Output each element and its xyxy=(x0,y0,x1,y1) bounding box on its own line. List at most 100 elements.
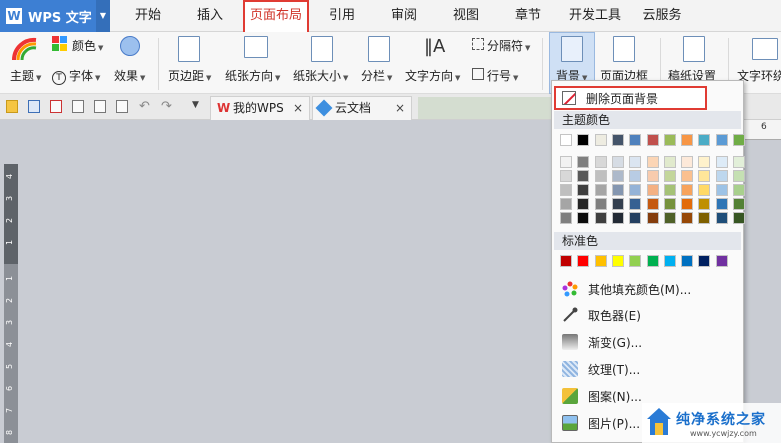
theme-color-shade-swatch[interactable] xyxy=(681,198,693,210)
theme-color-swatch[interactable] xyxy=(577,134,589,146)
theme-color-shade-swatch[interactable] xyxy=(681,170,693,182)
theme-color-shade-swatch[interactable] xyxy=(716,198,728,210)
undo-icon[interactable]: ↶ xyxy=(139,99,150,114)
theme-color-swatch[interactable] xyxy=(560,134,572,146)
close-icon[interactable]: × xyxy=(293,97,303,119)
gradient-item[interactable]: 渐变(G)... xyxy=(554,329,741,355)
standard-color-swatch[interactable] xyxy=(681,255,693,267)
standard-color-swatch[interactable] xyxy=(698,255,710,267)
theme-color-shade-swatch[interactable] xyxy=(716,170,728,182)
theme-color-shade-swatch[interactable] xyxy=(664,156,676,168)
colors-button[interactable]: 颜色 ▼ xyxy=(72,37,103,54)
theme-color-shade-swatch[interactable] xyxy=(577,212,589,224)
theme-color-shade-swatch[interactable] xyxy=(698,170,710,182)
theme-color-shade-swatch[interactable] xyxy=(577,170,589,182)
close-icon[interactable]: × xyxy=(395,97,405,119)
open-folder-icon[interactable] xyxy=(6,100,18,113)
theme-color-shade-swatch[interactable] xyxy=(647,212,659,224)
theme-color-shade-swatch[interactable] xyxy=(595,170,607,182)
theme-color-shade-swatch[interactable] xyxy=(577,156,589,168)
theme-color-shade-swatch[interactable] xyxy=(560,156,572,168)
tab-cloud-service[interactable]: 云服务 xyxy=(636,0,688,32)
theme-color-shade-swatch[interactable] xyxy=(698,212,710,224)
theme-color-shade-swatch[interactable] xyxy=(560,170,572,182)
theme-color-shade-swatch[interactable] xyxy=(595,212,607,224)
theme-color-shade-swatch[interactable] xyxy=(698,184,710,196)
theme-color-shade-swatch[interactable] xyxy=(681,212,693,224)
theme-color-shade-swatch[interactable] xyxy=(629,212,641,224)
theme-color-shade-swatch[interactable] xyxy=(716,156,728,168)
theme-color-shade-swatch[interactable] xyxy=(733,170,745,182)
export-pdf-icon[interactable] xyxy=(50,100,62,113)
theme-button[interactable]: 主题 ▼ xyxy=(10,67,41,84)
theme-color-shade-swatch[interactable] xyxy=(595,184,607,196)
columns-button[interactable]: 分栏 ▼ xyxy=(361,67,392,84)
text-direction-button[interactable]: 文字方向 ▼ xyxy=(405,67,460,84)
theme-color-shade-swatch[interactable] xyxy=(629,156,641,168)
standard-color-swatch[interactable] xyxy=(647,255,659,267)
standard-color-swatch[interactable] xyxy=(612,255,624,267)
eyedropper-item[interactable]: 取色器(E) xyxy=(554,302,741,328)
theme-color-shade-swatch[interactable] xyxy=(629,198,641,210)
theme-color-swatch[interactable] xyxy=(733,134,745,146)
theme-color-swatch[interactable] xyxy=(629,134,641,146)
tab-view[interactable]: 视图 xyxy=(440,0,492,32)
theme-color-shade-swatch[interactable] xyxy=(681,156,693,168)
theme-color-shade-swatch[interactable] xyxy=(664,198,676,210)
tab-sections[interactable]: 章节 xyxy=(502,0,554,32)
theme-color-shade-swatch[interactable] xyxy=(647,156,659,168)
margins-button[interactable]: 页边距 ▼ xyxy=(168,67,211,84)
tab-review[interactable]: 审阅 xyxy=(378,0,430,32)
theme-color-shade-swatch[interactable] xyxy=(733,184,745,196)
theme-color-shade-swatch[interactable] xyxy=(560,184,572,196)
theme-color-swatch[interactable] xyxy=(595,134,607,146)
theme-color-swatch[interactable] xyxy=(681,134,693,146)
theme-color-shade-swatch[interactable] xyxy=(733,156,745,168)
breaks-button[interactable]: 分隔符 ▼ xyxy=(472,37,530,54)
standard-color-swatch[interactable] xyxy=(577,255,589,267)
theme-color-shade-swatch[interactable] xyxy=(698,156,710,168)
theme-color-shade-swatch[interactable] xyxy=(629,184,641,196)
effects-button[interactable]: 效果 ▼ xyxy=(114,67,145,84)
standard-color-swatch[interactable] xyxy=(595,255,607,267)
tab-page-layout[interactable]: 页面布局 xyxy=(243,0,309,32)
theme-color-shade-swatch[interactable] xyxy=(560,212,572,224)
customize-dropdown-icon[interactable]: ▼ xyxy=(192,100,199,110)
theme-color-shade-swatch[interactable] xyxy=(698,198,710,210)
theme-color-shade-swatch[interactable] xyxy=(733,198,745,210)
theme-color-shade-swatch[interactable] xyxy=(716,212,728,224)
theme-color-shade-swatch[interactable] xyxy=(647,184,659,196)
theme-color-shade-swatch[interactable] xyxy=(577,184,589,196)
theme-color-swatch[interactable] xyxy=(664,134,676,146)
fonts-button[interactable]: T 字体 ▼ xyxy=(52,67,100,85)
theme-color-shade-swatch[interactable] xyxy=(664,212,676,224)
theme-color-swatch[interactable] xyxy=(698,134,710,146)
remove-page-background-item[interactable]: 删除页面背景 xyxy=(554,86,707,110)
standard-color-swatch[interactable] xyxy=(560,255,572,267)
theme-color-shade-swatch[interactable] xyxy=(664,170,676,182)
orientation-button[interactable]: 纸张方向 ▼ xyxy=(225,67,280,84)
texture-item[interactable]: 纹理(T)... xyxy=(554,356,741,382)
theme-color-shade-swatch[interactable] xyxy=(664,184,676,196)
standard-color-swatch[interactable] xyxy=(716,255,728,267)
theme-color-shade-swatch[interactable] xyxy=(733,212,745,224)
standard-color-swatch[interactable] xyxy=(664,255,676,267)
theme-icon[interactable] xyxy=(12,36,38,62)
theme-color-shade-swatch[interactable] xyxy=(612,156,624,168)
theme-color-shade-swatch[interactable] xyxy=(647,170,659,182)
theme-color-shade-swatch[interactable] xyxy=(560,198,572,210)
theme-color-shade-swatch[interactable] xyxy=(612,212,624,224)
line-numbers-button[interactable]: 行号 ▼ xyxy=(472,67,518,84)
app-menu-button[interactable]: W WPS 文字 ▼ xyxy=(0,0,110,32)
find-icon[interactable] xyxy=(116,100,128,113)
theme-color-shade-swatch[interactable] xyxy=(716,184,728,196)
tab-references[interactable]: 引用 xyxy=(316,0,368,32)
tab-cloud-docs[interactable]: 云文档 × xyxy=(312,96,412,120)
print-preview-icon[interactable] xyxy=(94,100,106,113)
save-icon[interactable] xyxy=(28,100,40,113)
theme-color-shade-swatch[interactable] xyxy=(612,198,624,210)
theme-color-shade-swatch[interactable] xyxy=(577,198,589,210)
theme-color-swatch[interactable] xyxy=(612,134,624,146)
theme-color-swatch[interactable] xyxy=(647,134,659,146)
theme-color-shade-swatch[interactable] xyxy=(612,170,624,182)
